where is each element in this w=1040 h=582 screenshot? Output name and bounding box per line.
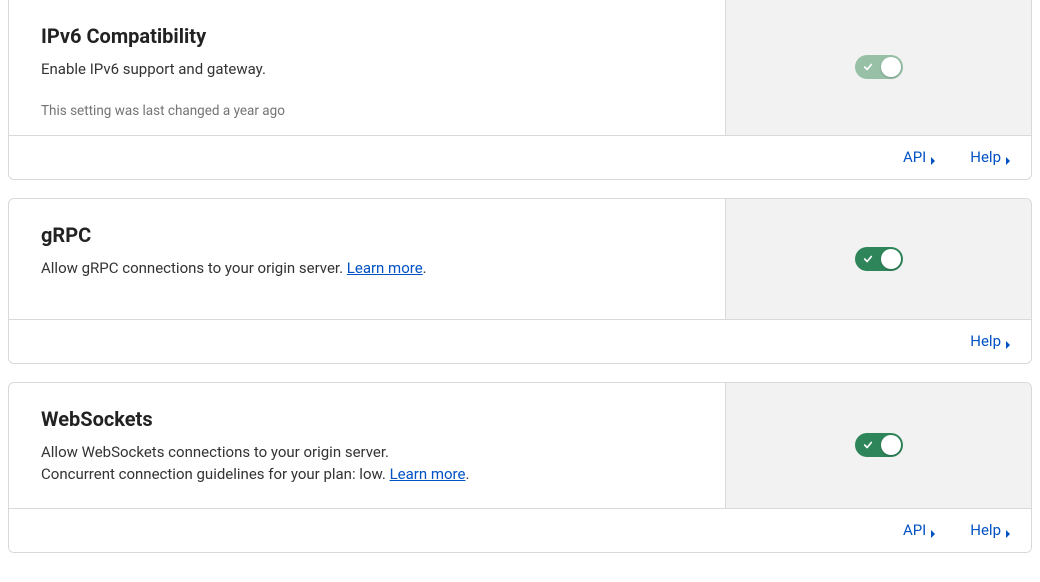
toggle-knob — [881, 249, 901, 269]
toggle-ipv6[interactable] — [855, 55, 903, 79]
help-link[interactable]: Help — [970, 332, 1011, 350]
toggle-knob — [881, 435, 901, 455]
toggle-knob — [881, 57, 901, 77]
setting-title: IPv6 Compatibility — [41, 24, 693, 48]
card-content: gRPC Allow gRPC connections to your orig… — [9, 199, 725, 319]
caret-right-icon — [1005, 336, 1011, 346]
learn-more-link[interactable]: Learn more — [347, 259, 423, 277]
api-link[interactable]: API — [903, 521, 936, 539]
api-link-label: API — [903, 148, 926, 166]
api-link[interactable]: API — [903, 148, 936, 166]
toggle-grpc[interactable] — [855, 247, 903, 271]
help-link[interactable]: Help — [970, 521, 1011, 539]
card-control — [725, 383, 1031, 508]
setting-description: Allow gRPC connections to your origin se… — [41, 257, 693, 280]
setting-description: Allow WebSockets connections to your ori… — [41, 441, 693, 486]
card-footer: API Help — [9, 135, 1031, 179]
card-body: IPv6 Compatibility Enable IPv6 support a… — [9, 0, 1031, 135]
setting-title: WebSockets — [41, 407, 693, 431]
setting-card-ipv6: IPv6 Compatibility Enable IPv6 support a… — [8, 0, 1032, 180]
card-body: WebSockets Allow WebSockets connections … — [9, 383, 1031, 508]
caret-right-icon — [1005, 152, 1011, 162]
card-footer: Help — [9, 319, 1031, 363]
card-control — [725, 199, 1031, 319]
card-content: WebSockets Allow WebSockets connections … — [9, 383, 725, 508]
caret-right-icon — [930, 152, 936, 162]
card-body: gRPC Allow gRPC connections to your orig… — [9, 199, 1031, 319]
api-link-label: API — [903, 521, 926, 539]
help-link-label: Help — [970, 148, 1001, 166]
caret-right-icon — [930, 525, 936, 535]
setting-description: Enable IPv6 support and gateway. — [41, 58, 693, 81]
toggle-websockets[interactable] — [855, 433, 903, 457]
check-icon — [863, 440, 873, 450]
help-link-label: Help — [970, 332, 1001, 350]
check-icon — [863, 62, 873, 72]
card-content: IPv6 Compatibility Enable IPv6 support a… — [9, 0, 725, 135]
help-link[interactable]: Help — [970, 148, 1011, 166]
desc-line2-post: . — [465, 465, 469, 483]
help-link-label: Help — [970, 521, 1001, 539]
setting-card-websockets: WebSockets Allow WebSockets connections … — [8, 382, 1032, 553]
caret-right-icon — [1005, 525, 1011, 535]
check-icon — [863, 254, 873, 264]
desc-text-pre: Allow gRPC connections to your origin se… — [41, 259, 347, 277]
card-control — [725, 0, 1031, 135]
desc-line2-pre: Concurrent connection guidelines for you… — [41, 465, 390, 483]
setting-card-grpc: gRPC Allow gRPC connections to your orig… — [8, 198, 1032, 364]
setting-title: gRPC — [41, 223, 693, 247]
desc-text-post: . — [423, 259, 427, 277]
setting-last-changed: This setting was last changed a year ago — [41, 103, 693, 119]
desc-line1: Allow WebSockets connections to your ori… — [41, 443, 389, 461]
card-footer: API Help — [9, 508, 1031, 552]
learn-more-link[interactable]: Learn more — [390, 465, 466, 483]
